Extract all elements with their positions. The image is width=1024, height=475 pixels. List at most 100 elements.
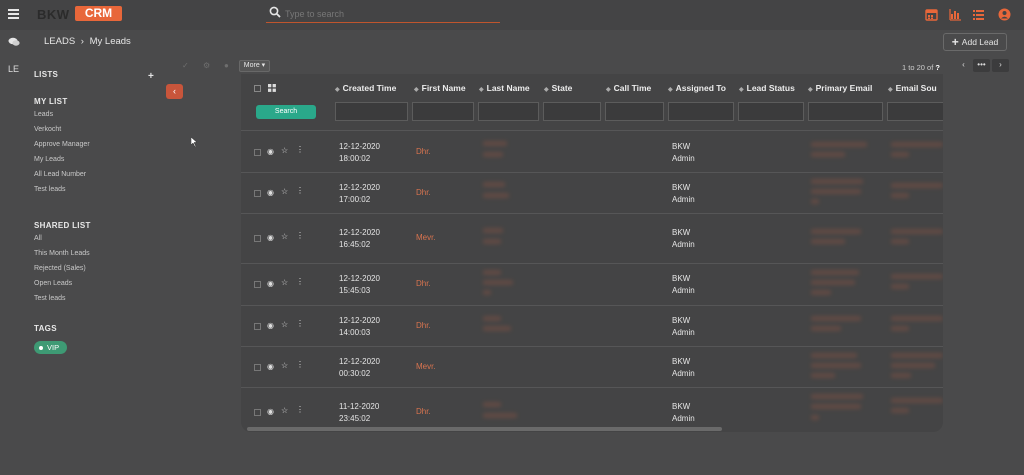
filter-first-name[interactable] — [412, 102, 474, 121]
breadcrumb-root[interactable]: LEADS — [44, 36, 75, 47]
sidebar-item-rejected-sales[interactable]: Rejected (Sales) — [34, 265, 174, 274]
table-row[interactable]: ◉ ☆ ⋮ 12-12-2020 00:30:02 Mevr. BKW Admin — [241, 346, 943, 387]
select-all-checkbox[interactable] — [254, 85, 261, 92]
first-name-cell[interactable]: Dhr. — [416, 279, 431, 288]
row-checkbox[interactable] — [254, 235, 261, 242]
vip-tag[interactable]: VIP — [34, 341, 68, 354]
check-icon[interactable]: ✓ — [182, 61, 189, 70]
table-row[interactable]: ◉ ☆ ⋮ 12-12-2020 18:00:02 Dhr. BKW Admin — [241, 130, 943, 172]
filter-call-time[interactable] — [605, 102, 664, 121]
column-header-primary-email[interactable]: ◆ Primary Email — [808, 83, 872, 93]
more-dropdown-button[interactable]: More ▾ — [239, 60, 270, 72]
first-name-cell[interactable]: Dhr. — [416, 147, 431, 156]
star-icon[interactable]: ☆ — [281, 232, 288, 241]
sidebar-item-this-month-leads[interactable]: This Month Leads — [34, 250, 174, 259]
column-header-state[interactable]: ◆ State — [544, 83, 572, 93]
eye-icon[interactable]: ◉ — [267, 279, 274, 288]
add-list-button[interactable]: + — [148, 71, 154, 82]
eye-icon[interactable]: ◉ — [267, 188, 274, 197]
next-page-button[interactable]: › — [992, 59, 1009, 72]
hamburger-menu-icon[interactable] — [8, 9, 19, 19]
row-checkbox[interactable] — [254, 409, 261, 416]
more-vertical-icon[interactable]: ⋮ — [296, 319, 304, 328]
column-header-created-time[interactable]: ◆ Created Time — [335, 83, 396, 93]
filter-last-name[interactable] — [478, 102, 539, 121]
sidebar-item-all-lead-number[interactable]: All Lead Number — [34, 171, 174, 180]
row-checkbox[interactable] — [254, 323, 261, 330]
sidebar-item-test-leads[interactable]: Test leads — [34, 186, 174, 195]
filter-created-time[interactable] — [335, 102, 408, 121]
filter-primary-email[interactable] — [808, 102, 883, 121]
row-checkbox[interactable] — [254, 190, 261, 197]
collapse-sidebar-button[interactable]: ‹ — [166, 84, 183, 99]
table-row[interactable]: ◉ ☆ ⋮ 12-12-2020 14:00:03 Dhr. BKW Admin — [241, 305, 943, 346]
first-name-cell[interactable]: Mevr. — [416, 362, 436, 371]
grid-layout-icon[interactable] — [268, 84, 276, 92]
sidebar-item-open-leads[interactable]: Open Leads — [34, 280, 174, 289]
add-lead-button[interactable]: + Add Lead — [943, 33, 1007, 51]
bar-chart-icon[interactable] — [949, 8, 962, 21]
table-row[interactable]: ◉ ☆ ⋮ 12-12-2020 17:00:02 Dhr. BKW Admin — [241, 172, 943, 213]
created-date: 12-12-2020 — [339, 142, 380, 151]
eye-icon[interactable]: ◉ — [267, 233, 274, 242]
table-row[interactable]: ◉ ☆ ⋮ 12-12-2020 15:45:03 Dhr. BKW Admin — [241, 263, 943, 305]
star-icon[interactable]: ☆ — [281, 187, 288, 196]
column-header-call-time[interactable]: ◆ Call Time — [606, 83, 651, 93]
sidebar-item-leads[interactable]: Leads — [34, 111, 174, 120]
first-name-cell[interactable]: Dhr. — [416, 407, 431, 416]
page-options-button[interactable]: ••• — [973, 59, 990, 72]
column-header-lead-status[interactable]: ◆ Lead Status — [739, 83, 795, 93]
first-name-cell[interactable]: Mevr. — [416, 233, 436, 242]
row-checkbox[interactable] — [254, 364, 261, 371]
calendar-icon[interactable] — [925, 8, 938, 21]
sidebar-item-all[interactable]: All — [34, 235, 174, 244]
sidebar-item-my-leads[interactable]: My Leads — [34, 156, 174, 165]
table-row[interactable]: ◉ ☆ ⋮ 11-12-2020 23:45:02 Dhr. BKW Admin — [241, 387, 943, 432]
list-icon[interactable] — [972, 8, 985, 21]
gear-icon[interactable]: ⚙ — [203, 61, 210, 70]
filter-assigned-to[interactable] — [668, 102, 734, 121]
filter-state[interactable] — [543, 102, 601, 121]
more-vertical-icon[interactable]: ⋮ — [296, 186, 304, 195]
search-input[interactable] — [285, 7, 495, 21]
search-button[interactable]: Search — [256, 105, 316, 119]
star-icon[interactable]: ☆ — [281, 278, 288, 287]
row-checkbox[interactable] — [254, 281, 261, 288]
eye-icon[interactable]: ◉ — [267, 147, 274, 156]
row-checkbox[interactable] — [254, 149, 261, 156]
sidebar-item-approve-manager[interactable]: Approve Manager — [34, 141, 174, 150]
first-name-cell[interactable]: Dhr. — [416, 321, 431, 330]
filter-email-source[interactable] — [887, 102, 943, 121]
more-vertical-icon[interactable]: ⋮ — [296, 231, 304, 240]
more-vertical-icon[interactable]: ⋮ — [296, 405, 304, 414]
eye-icon[interactable]: ◉ — [267, 362, 274, 371]
pagination-total[interactable]: ? — [935, 63, 940, 72]
filter-lead-status[interactable] — [738, 102, 804, 121]
eye-icon[interactable]: ◉ — [267, 321, 274, 330]
comment-icon[interactable]: ● — [224, 61, 229, 70]
more-vertical-icon[interactable]: ⋮ — [296, 360, 304, 369]
assigned-line-2: Admin — [672, 328, 695, 337]
more-vertical-icon[interactable]: ⋮ — [296, 277, 304, 286]
chat-icon[interactable] — [8, 37, 20, 47]
table-row[interactable]: ◉ ☆ ⋮ 12-12-2020 16:45:02 Mevr. BKW Admin — [241, 213, 943, 263]
redacted-email-source — [891, 284, 909, 289]
sidebar-item-verkocht[interactable]: Verkocht — [34, 126, 174, 135]
more-vertical-icon[interactable]: ⋮ — [296, 145, 304, 154]
first-name-cell[interactable]: Dhr. — [416, 188, 431, 197]
column-header-email-source[interactable]: ◆ Email Sou — [888, 83, 937, 93]
star-icon[interactable]: ☆ — [281, 361, 288, 370]
logo-text: BKW — [37, 7, 70, 22]
eye-icon[interactable]: ◉ — [267, 407, 274, 416]
star-icon[interactable]: ☆ — [281, 146, 288, 155]
column-header-assigned-to[interactable]: ◆ Assigned To — [668, 83, 726, 93]
star-icon[interactable]: ☆ — [281, 320, 288, 329]
star-icon[interactable]: ☆ — [281, 406, 288, 415]
user-profile-icon[interactable] — [998, 8, 1011, 21]
column-label: Created Time — [342, 83, 397, 93]
column-header-first-name[interactable]: ◆ First Name — [414, 83, 466, 93]
horizontal-scrollbar[interactable] — [247, 427, 722, 431]
column-header-last-name[interactable]: ◆ Last Name — [479, 83, 530, 93]
sidebar-item-shared-test-leads[interactable]: Test leads — [34, 295, 174, 304]
prev-page-button[interactable]: ‹ — [955, 59, 972, 72]
